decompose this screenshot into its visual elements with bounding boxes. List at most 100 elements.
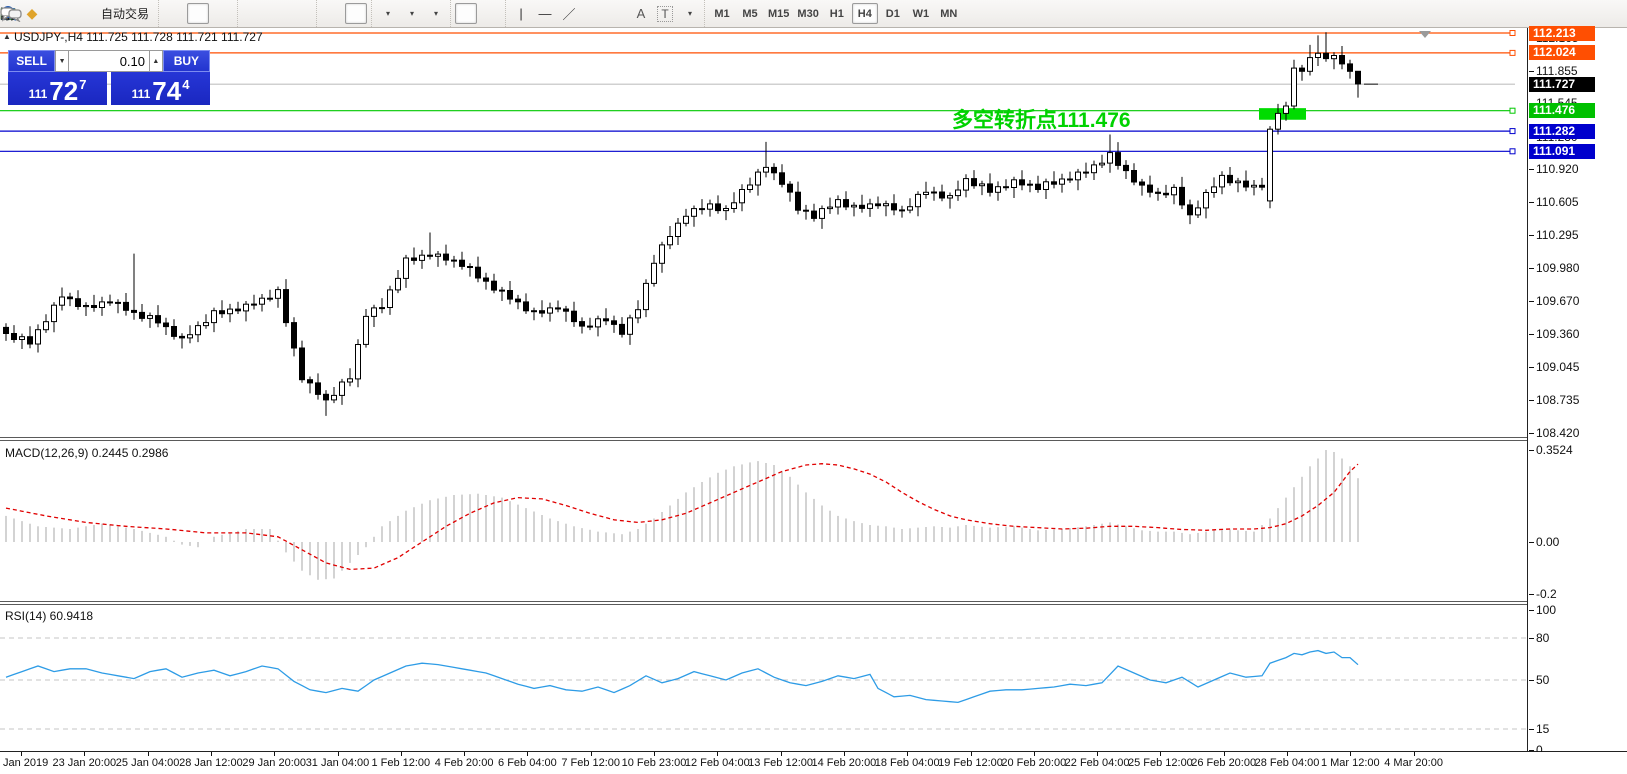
periods-button[interactable]: ▾: [400, 3, 422, 24]
text-button[interactable]: A: [630, 3, 652, 24]
candle-body: [604, 319, 609, 321]
candle-body: [308, 380, 313, 383]
vertical-line-button[interactable]: |: [510, 3, 532, 24]
price-tick: 110.920: [1536, 162, 1579, 176]
channel-button[interactable]: E: [582, 3, 604, 24]
chart-annotation-text[interactable]: 多空转折点111.476: [952, 104, 1152, 134]
line-anchor[interactable]: [1510, 50, 1515, 55]
sell-price-tile[interactable]: 111 72 7: [8, 72, 107, 105]
line-anchor[interactable]: [1510, 31, 1515, 36]
main-price-chart[interactable]: [0, 28, 1527, 437]
candle-body: [876, 204, 881, 206]
charts-button[interactable]: [45, 3, 67, 24]
candle-body: [356, 345, 361, 379]
candle-body: [380, 308, 385, 309]
candle-body: [444, 254, 449, 260]
macd-indicator-pane[interactable]: [0, 440, 1527, 601]
candlestick-button[interactable]: [187, 3, 209, 24]
candle-body: [1164, 193, 1169, 195]
chart-shift-button[interactable]: [345, 3, 367, 24]
price-badge-111.091: 111.091: [1529, 144, 1595, 159]
templates-button[interactable]: ▾: [424, 3, 446, 24]
candle-body: [868, 204, 873, 209]
candle-body: [476, 267, 481, 278]
candle-body: [452, 260, 457, 261]
search-button[interactable]: [1537, 3, 1559, 24]
time-label: 4 Mar 20:00: [1384, 757, 1443, 769]
timeframe-m5-button[interactable]: M5: [737, 3, 763, 24]
price-tick: 110.295: [1536, 228, 1579, 242]
candle-body: [884, 204, 889, 206]
candle-body: [540, 311, 545, 313]
fibonacci-button[interactable]: F: [606, 3, 628, 24]
tile-windows-button[interactable]: [290, 3, 312, 24]
trendline-button[interactable]: ／: [558, 3, 580, 24]
buy-price-tile[interactable]: 111 74 4: [111, 72, 210, 105]
candle-body: [660, 245, 665, 263]
pane-separator[interactable]: [0, 437, 1627, 438]
line-anchor[interactable]: [1510, 129, 1515, 134]
autotrading-button[interactable]: 自动交易: [93, 3, 154, 24]
zoom-out-button[interactable]: [266, 3, 288, 24]
green-highlight-box[interactable]: [1259, 108, 1306, 120]
crosshair-button[interactable]: [479, 3, 501, 24]
level-lines[interactable]: [0, 31, 1515, 154]
pane-separator[interactable]: [0, 440, 1627, 441]
trendline-icon: ／: [563, 4, 576, 23]
price-tick: 110.605: [1536, 195, 1579, 209]
candle-body: [628, 318, 633, 334]
timeframe-mn-button[interactable]: MN: [936, 3, 962, 24]
candle-body: [572, 311, 577, 321]
candle-body: [668, 237, 673, 245]
chat-button[interactable]: [1594, 3, 1616, 24]
timeframe-h4-button[interactable]: H4: [852, 3, 878, 24]
price-axis[interactable]: 112.165111.855111.545111.230110.920110.6…: [1528, 28, 1627, 751]
timeframe-m15-button[interactable]: M15: [765, 3, 792, 24]
arrows-button[interactable]: ▾: [678, 3, 700, 24]
rsi-indicator-pane[interactable]: [0, 605, 1527, 751]
volume-down-button[interactable]: ▼: [55, 50, 69, 72]
line-chart-button[interactable]: [211, 3, 233, 24]
candle-body: [228, 309, 233, 314]
rsi-tick: 50: [1536, 673, 1549, 687]
candle-body: [1284, 106, 1289, 113]
timeframe-h1-button[interactable]: H1: [824, 3, 850, 24]
timeframe-d1-button[interactable]: D1: [880, 3, 906, 24]
timeframe-m30-button[interactable]: M30: [794, 3, 821, 24]
buy-button[interactable]: BUY: [163, 50, 210, 72]
line-anchor[interactable]: [1510, 108, 1515, 113]
candle-body: [140, 312, 145, 318]
bar-chart-button[interactable]: [163, 3, 185, 24]
candle-body: [1356, 71, 1361, 84]
candle-body: [412, 258, 417, 260]
time-axis[interactable]: 2 Jan 201923 Jan 20:0025 Jan 04:0028 Jan…: [0, 752, 1627, 774]
indicators-button[interactable]: ▾: [376, 3, 398, 24]
candle-body: [1052, 182, 1057, 184]
candle-body: [468, 267, 473, 268]
sell-button[interactable]: SELL: [8, 50, 55, 72]
candle-body: [404, 258, 409, 278]
candle-body: [52, 305, 57, 321]
gold-button[interactable]: ◆: [21, 3, 43, 24]
scroll-to-end-button[interactable]: [321, 3, 343, 24]
zoom-in-button[interactable]: [242, 3, 264, 24]
candle-body: [28, 337, 33, 344]
timeframe-m1-button[interactable]: M1: [709, 3, 735, 24]
line-anchor[interactable]: [1510, 149, 1515, 154]
text-label-button[interactable]: T: [654, 3, 676, 24]
horizontal-line-button[interactable]: —: [534, 3, 556, 24]
time-label: 26 Feb 20:00: [1191, 757, 1256, 769]
candle-body: [748, 185, 753, 190]
timeframe-w1-button[interactable]: W1: [908, 3, 934, 24]
candle-body: [156, 316, 161, 323]
candle-body: [764, 167, 769, 172]
volume-input[interactable]: [69, 50, 149, 72]
signals-button[interactable]: [69, 3, 91, 24]
volume-up-button[interactable]: ▲: [149, 50, 163, 72]
macd-label: MACD(12,26,9) 0.2445 0.2986: [5, 446, 168, 460]
cursor-button[interactable]: [455, 3, 477, 24]
chart-shift-marker-icon[interactable]: [1419, 31, 1431, 38]
candle-body: [908, 207, 913, 210]
pane-separator[interactable]: [0, 601, 1627, 602]
pane-separator[interactable]: [0, 604, 1627, 605]
